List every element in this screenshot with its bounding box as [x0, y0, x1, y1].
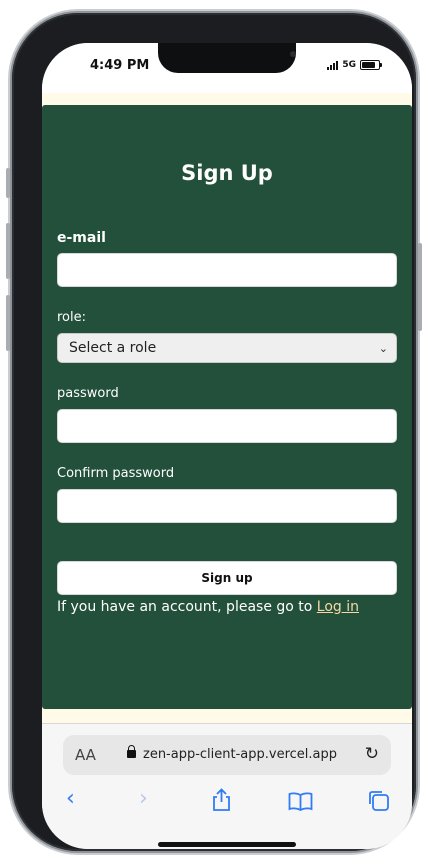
- url-text: zen-app-client-app.vercel.app: [143, 747, 338, 762]
- power-button: [418, 243, 422, 331]
- role-selected-value: Select a role: [69, 340, 157, 356]
- status-bar: 4:49 PM 5G: [42, 43, 412, 93]
- tabs-icon[interactable]: [368, 790, 390, 812]
- page-title: Sign Up: [181, 161, 273, 185]
- back-icon[interactable]: ‹: [66, 786, 75, 811]
- signup-card: Sign Up e-mail role: Select a role ⌄ pas…: [42, 105, 412, 709]
- status-time: 4:49 PM: [90, 58, 150, 73]
- chevron-down-icon: ⌄: [378, 341, 388, 355]
- network-type: 5G: [342, 60, 356, 70]
- battery-icon: [360, 60, 382, 70]
- login-prompt-text: If you have an account, please go to: [57, 599, 317, 615]
- role-label: role:: [57, 310, 87, 325]
- notch: [158, 43, 296, 73]
- role-select[interactable]: Select a role ⌄: [57, 333, 397, 363]
- camera-icon: [290, 51, 296, 57]
- confirm-password-label: Confirm password: [57, 466, 175, 481]
- password-label: password: [57, 386, 119, 401]
- screen: 4:49 PM 5G Sign Up e-mail role: Select a…: [42, 43, 412, 849]
- reload-icon[interactable]: ↻: [365, 744, 379, 764]
- confirm-password-field[interactable]: [57, 489, 397, 523]
- lock-icon: [127, 745, 136, 758]
- browser-toolbar: ‹ ›: [42, 786, 412, 816]
- phone-frame: 4:49 PM 5G Sign Up e-mail role: Select a…: [6, 13, 422, 851]
- forward-icon[interactable]: ›: [139, 786, 148, 811]
- volume-down-button: [6, 295, 10, 351]
- bookmarks-icon[interactable]: [288, 792, 313, 811]
- text-size-button[interactable]: AA: [75, 746, 96, 764]
- login-link[interactable]: Log in: [317, 599, 359, 615]
- safari-bar: AA zen-app-client-app.vercel.app ↻ ‹ ›: [42, 723, 412, 849]
- address-bar[interactable]: AA zen-app-client-app.vercel.app ↻: [63, 735, 391, 775]
- login-prompt: If you have an account, please go to Log…: [57, 599, 359, 615]
- status-indicators: 5G: [327, 60, 382, 70]
- share-icon[interactable]: [212, 788, 231, 812]
- mute-switch: [6, 168, 10, 198]
- email-field[interactable]: [57, 253, 397, 287]
- sign-up-button[interactable]: Sign up: [57, 561, 397, 595]
- password-field[interactable]: [57, 409, 397, 443]
- volume-up-button: [6, 223, 10, 279]
- home-indicator: [158, 842, 296, 847]
- email-label: e-mail: [57, 230, 106, 246]
- signal-icon: [327, 60, 339, 70]
